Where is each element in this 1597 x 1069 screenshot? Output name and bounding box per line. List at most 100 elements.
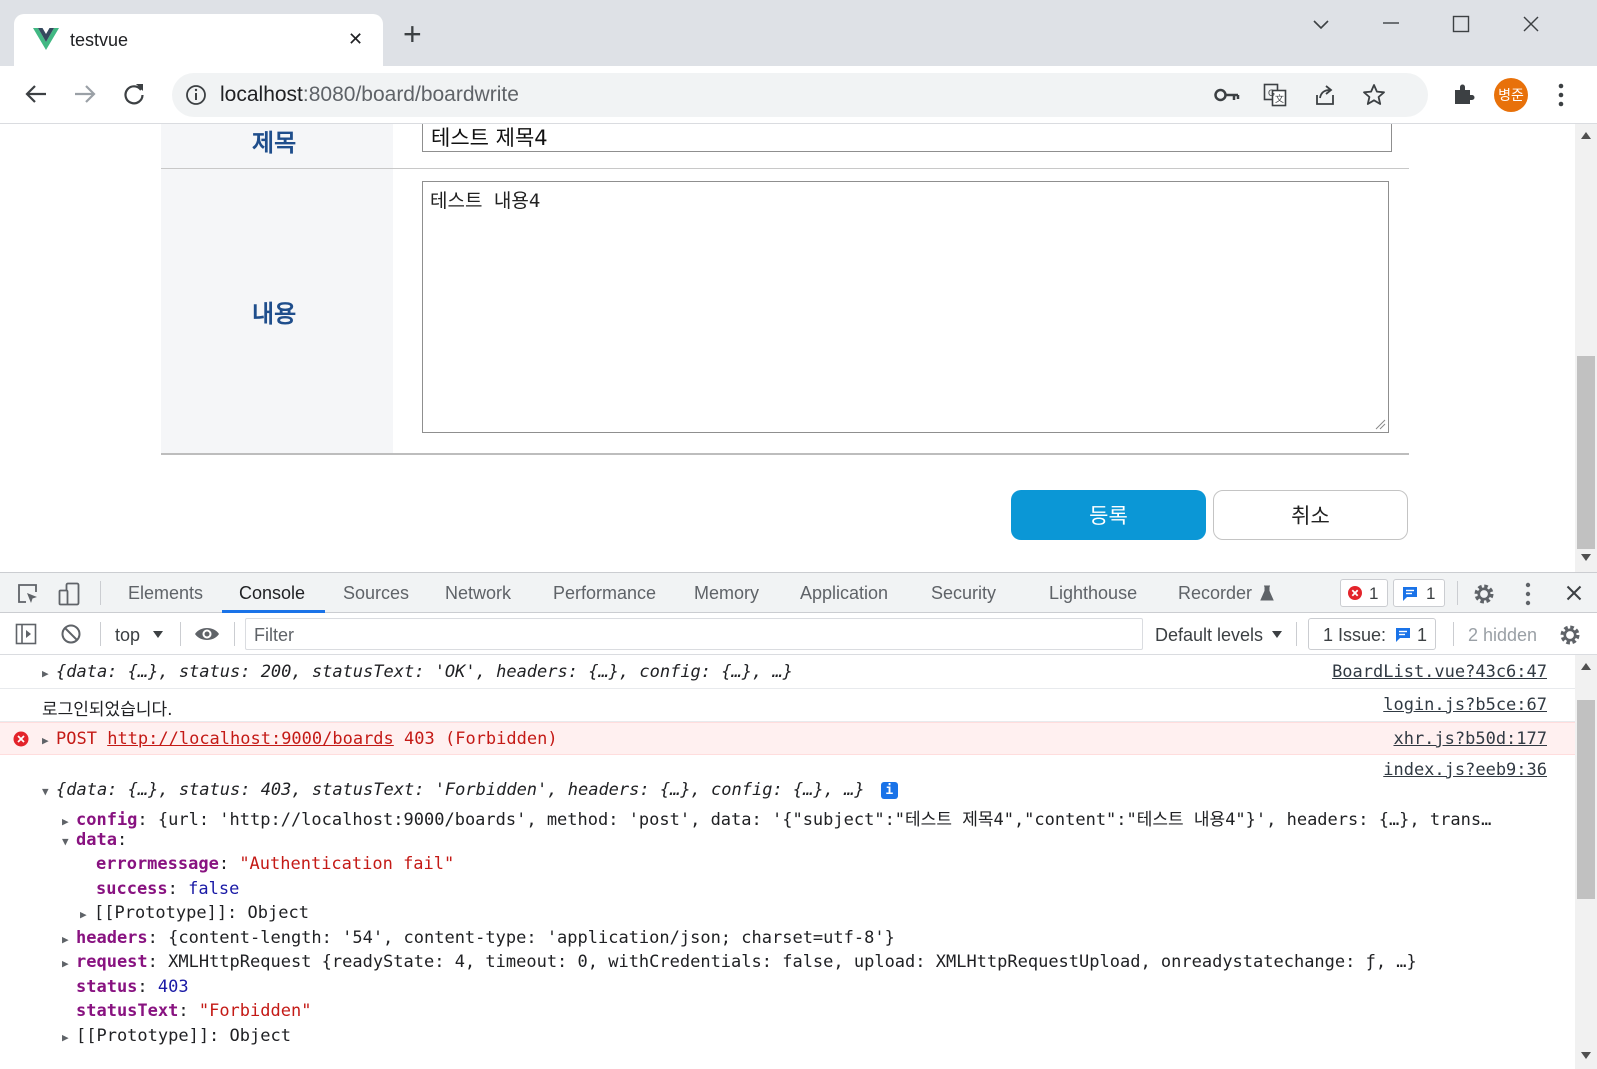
devtools-close-icon[interactable] [1566, 585, 1582, 601]
issues-button[interactable]: 1 Issue: 1 [1308, 618, 1436, 650]
window-close-icon[interactable] [1522, 15, 1540, 33]
issue-message-icon [1396, 628, 1410, 642]
message-counter[interactable]: 1 [1393, 579, 1445, 607]
prop-value: "Forbidden" [198, 1001, 312, 1021]
log-levels-dropdown[interactable]: Default levels [1155, 625, 1263, 646]
filter-input[interactable]: Filter [245, 618, 1143, 650]
tab-memory[interactable]: Memory [694, 573, 759, 614]
console-row[interactable]: ▶ {data: {…}, status: 200, statusText: 'O… [0, 655, 1575, 689]
content-label: 내용 [252, 300, 297, 328]
levels-dropdown-icon[interactable] [1272, 631, 1282, 639]
prop-headers[interactable]: ▶ headers: {content-length: '54', content… [62, 928, 895, 948]
log-message: 로그인되었습니다. [42, 700, 173, 720]
inspect-element-icon[interactable] [17, 583, 39, 605]
source-link[interactable]: xhr.js?b50d:177 [1393, 729, 1547, 749]
tab-recorder[interactable]: Recorder [1178, 573, 1252, 614]
object-summary: {data: {…}, status: 403, statusText: 'Fo… [56, 780, 865, 800]
request-url[interactable]: http://localhost:9000/boards [107, 729, 394, 749]
console-error-row[interactable]: ▶ POST http://localhost:9000/boards 403 (… [0, 722, 1575, 755]
context-dropdown-icon[interactable] [153, 631, 163, 639]
divider [1457, 581, 1458, 605]
prop-request[interactable]: ▶ request: XMLHttpRequest {readyState: 4,… [62, 952, 1417, 972]
prop-config[interactable]: ▶ config: {url: 'http://localhost:9000/bo… [62, 805, 1512, 830]
web-page: 제목 테스트 제목4 내용 테스트 내용4 등록 취소 [0, 124, 1575, 572]
resize-handle-icon[interactable] [1374, 418, 1386, 430]
tab-network[interactable]: Network [445, 573, 511, 614]
prop-key: request [76, 952, 148, 972]
divider [1296, 622, 1297, 646]
tab-search-chevron-icon[interactable] [1312, 17, 1330, 31]
tab-performance[interactable]: Performance [553, 573, 656, 614]
scroll-down-icon[interactable] [1581, 1052, 1591, 1060]
message-count: 1 [1426, 584, 1436, 603]
context-selector[interactable]: top [115, 625, 140, 646]
divider [234, 622, 235, 646]
tab-application[interactable]: Application [800, 573, 888, 614]
console-scroll-thumb[interactable] [1577, 700, 1595, 899]
content-textarea[interactable]: 테스트 내용4 [422, 181, 1389, 433]
error-count: 1 [1369, 584, 1379, 603]
source-link[interactable]: login.js?b5ce:67 [1383, 695, 1547, 715]
scroll-up-icon[interactable] [1581, 132, 1591, 140]
prop-value: [[Prototype]]: Object [94, 903, 309, 923]
share-icon[interactable] [1313, 83, 1337, 107]
extensions-icon[interactable] [1452, 82, 1476, 106]
prop-value: : {content-length: '54', content-type: '… [147, 928, 895, 948]
maximize-icon[interactable] [1452, 15, 1470, 33]
submit-button[interactable]: 등록 [1011, 490, 1206, 540]
tab-close-icon[interactable]: ✕ [348, 29, 363, 50]
minimize-icon[interactable] [1382, 18, 1400, 28]
browser-tab[interactable]: testvue ✕ [14, 14, 383, 66]
expanded-object[interactable]: ▼ {data: {…}, status: 403, statusText: 'F… [42, 780, 898, 800]
request-status: 403 (Forbidden) [404, 729, 558, 749]
divider [100, 581, 101, 605]
error-counter[interactable]: 1 [1340, 579, 1388, 607]
devtools-menu-icon[interactable] [1524, 581, 1532, 607]
console-row[interactable]: 로그인되었습니다. login.js?b5ce:67 [0, 689, 1575, 722]
tab-elements[interactable]: Elements [128, 573, 203, 614]
info-badge[interactable]: i [880, 781, 898, 799]
network-error[interactable]: ▶ POST http://localhost:9000/boards 403 (… [42, 729, 558, 749]
forward-icon[interactable] [73, 83, 97, 105]
hidden-count: 2 hidden [1468, 625, 1538, 645]
settings-gear-icon[interactable] [1472, 582, 1496, 606]
clear-console-icon[interactable] [60, 623, 82, 645]
scroll-up-icon[interactable] [1581, 663, 1591, 671]
live-expression-eye-icon[interactable] [194, 625, 220, 643]
prop-data[interactable]: ▼ data: [62, 830, 127, 850]
table-bottom-border [161, 453, 1409, 455]
tab-security[interactable]: Security [931, 573, 996, 614]
prop-prototype[interactable]: ▶ [[Prototype]]: Object [62, 1026, 291, 1046]
prop-key: data [76, 830, 117, 850]
tab-lighthouse[interactable]: Lighthouse [1049, 573, 1137, 614]
console-settings-gear-icon[interactable] [1558, 623, 1582, 647]
translate-icon[interactable]: G文 [1263, 83, 1287, 107]
filter-placeholder: Filter [254, 625, 294, 645]
device-toolbar-icon[interactable] [58, 582, 82, 606]
console-scrollbar[interactable] [1575, 655, 1597, 1069]
prop-status: status: 403 [76, 977, 189, 997]
divider [180, 622, 181, 646]
site-info-icon[interactable] [185, 84, 207, 106]
bookmark-star-icon[interactable] [1362, 83, 1386, 107]
log-object-summary[interactable]: ▶ {data: {…}, status: 200, statusText: 'O… [42, 662, 793, 682]
prop-success: success: false [96, 879, 240, 899]
scroll-down-icon[interactable] [1581, 554, 1591, 562]
tab-console[interactable]: Console [239, 573, 305, 614]
page-scrollbar[interactable] [1575, 124, 1597, 572]
address-bar[interactable]: localhost:8080/board/boardwrite G文 [172, 73, 1428, 117]
profile-avatar[interactable]: 병준 [1494, 78, 1528, 112]
sidebar-toggle-icon[interactable] [15, 623, 37, 645]
key-icon[interactable] [1214, 85, 1240, 105]
prop-prototype[interactable]: ▶ [[Prototype]]: Object [80, 903, 309, 923]
source-link[interactable]: index.js?eeb9:36 [1383, 760, 1547, 780]
new-tab-button[interactable]: + [403, 18, 422, 50]
cancel-button[interactable]: 취소 [1213, 490, 1408, 540]
back-icon[interactable] [24, 83, 48, 105]
tab-sources[interactable]: Sources [343, 573, 409, 614]
reload-icon[interactable] [122, 82, 146, 106]
subject-input[interactable]: 테스트 제목4 [422, 124, 1392, 152]
browser-menu-icon[interactable] [1557, 82, 1565, 108]
source-link[interactable]: BoardList.vue?43c6:47 [1332, 662, 1547, 682]
page-scroll-thumb[interactable] [1577, 356, 1595, 549]
